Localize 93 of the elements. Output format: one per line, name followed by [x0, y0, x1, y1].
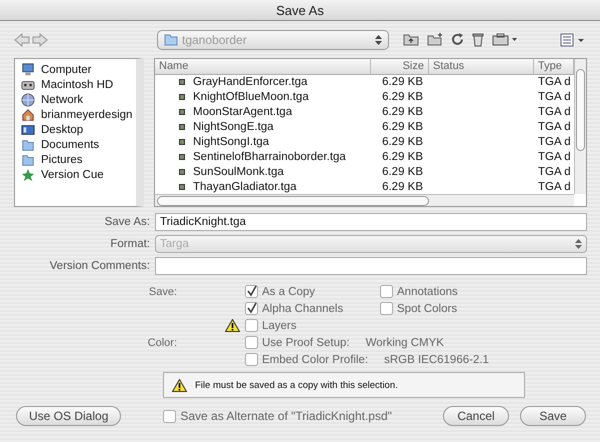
field-label: Version Comments:	[48, 260, 150, 272]
view-menu-icon[interactable]	[560, 32, 586, 46]
os-dialog-button[interactable]: Use OS Dialog	[16, 406, 122, 426]
dialog-button[interactable]: Cancel	[443, 406, 509, 426]
group-label: Save:	[148, 286, 177, 298]
file-icon	[179, 184, 185, 190]
option-label: Use Proof Setup:	[262, 336, 350, 348]
file-size: 6.29 KB	[381, 136, 424, 148]
file-icon	[179, 79, 185, 86]
folder-icon	[21, 153, 35, 167]
filename-field[interactable]: TriadicKnight.tga	[155, 213, 587, 231]
file-name[interactable]: MoonStarAgent.tga	[193, 106, 292, 118]
option-value: Working CMYK	[366, 336, 444, 348]
file-size: 6.29 KB	[381, 76, 424, 88]
file-icon	[179, 154, 185, 160]
file-icon	[179, 138, 185, 145]
checkbox[interactable]	[245, 336, 258, 349]
sidebar-item[interactable]: brianmeyerdesign	[21, 108, 136, 122]
file-icon	[179, 94, 185, 100]
file-name[interactable]: NightSongI.tga	[193, 136, 270, 148]
checkbox[interactable]	[245, 353, 258, 366]
comments-field[interactable]	[155, 257, 587, 275]
group-label: Color:	[148, 336, 177, 348]
vertical-scrollbar[interactable]	[574, 59, 586, 194]
file-name[interactable]: NightSongE.tga	[193, 120, 274, 133]
file-name[interactable]: KnightOfBlueMoon.tga	[193, 91, 309, 103]
refresh-icon[interactable]	[451, 33, 464, 46]
file-type: TGA d	[537, 180, 572, 193]
checkbox[interactable]	[380, 285, 393, 298]
folder-icon	[164, 33, 178, 46]
file-icon	[179, 108, 185, 115]
option-label: As a Copy	[262, 286, 316, 298]
window-title: Save As	[276, 2, 324, 18]
sidebar-item[interactable]: Computer	[21, 63, 136, 77]
file-icon	[179, 124, 185, 130]
sidebar-item[interactable]: Macintosh HD	[21, 78, 136, 92]
forward-icon[interactable]	[32, 32, 48, 46]
file-type: TGA d	[537, 106, 572, 118]
sidebar-item[interactable]: Desktop	[21, 123, 136, 137]
file-type: TGA d	[537, 120, 572, 133]
stepper-icon	[575, 238, 582, 250]
network-icon	[21, 93, 35, 107]
checkbox[interactable]	[245, 319, 258, 332]
checkbox[interactable]	[245, 302, 258, 315]
file-name[interactable]: SunSoulMonk.tga	[193, 166, 284, 178]
sidebar-item[interactable]: Network	[21, 93, 136, 107]
file-name[interactable]: ThayanGladiator.tga	[193, 180, 297, 193]
column-header[interactable]: Status	[429, 59, 534, 74]
checkbox[interactable]	[380, 302, 393, 315]
file-type: TGA d	[537, 91, 572, 103]
file-size: 6.29 KB	[381, 166, 424, 178]
horizontal-scrollbar[interactable]	[155, 194, 574, 206]
file-type: TGA d	[537, 76, 572, 88]
field-label: Format:	[109, 238, 150, 250]
file-size: 6.29 KB	[381, 120, 424, 133]
file-size: 6.29 KB	[381, 91, 424, 103]
file-type: TGA d	[537, 166, 572, 178]
column-header[interactable]: Name	[155, 59, 371, 74]
sidebar-item[interactable]: Documents	[21, 138, 136, 152]
parent-folder-icon[interactable]	[403, 33, 419, 46]
file-size: 6.29 KB	[381, 106, 424, 118]
column-header[interactable]: Size	[371, 59, 429, 74]
option-label: Layers	[262, 320, 297, 332]
stepper-icon	[375, 34, 382, 46]
file-type: TGA d	[537, 136, 572, 148]
trash-icon[interactable]	[472, 32, 484, 47]
dialog-button[interactable]: Save	[520, 406, 586, 426]
file-type: TGA d	[537, 150, 572, 163]
computer-icon	[21, 63, 35, 77]
new-folder-icon[interactable]	[427, 33, 443, 46]
checkbox[interactable]	[245, 285, 258, 298]
option-label: Annotations	[397, 286, 458, 298]
file-name[interactable]: SentinelofBharrainoborder.tga	[193, 150, 346, 163]
back-icon[interactable]	[14, 32, 30, 46]
sidebar-item[interactable]: Pictures	[21, 153, 136, 167]
option-label: Alpha Channels	[262, 302, 344, 314]
checkbox[interactable]	[163, 410, 176, 422]
option-label: Spot Colors	[397, 302, 458, 314]
warning-icon	[172, 378, 187, 392]
option-value: sRGB IEC61966-2.1	[384, 354, 489, 366]
message-text: File must be saved as a copy with this selection.	[195, 380, 398, 390]
file-icon	[179, 168, 185, 175]
file-name[interactable]: GrayHandEnforcer.tga	[193, 76, 308, 88]
file-size: 6.29 KB	[381, 150, 424, 163]
option-label: Save as Alternate of "TriadicKnight.psd"	[180, 409, 392, 423]
folder-icon	[21, 138, 35, 152]
home-icon	[21, 108, 35, 122]
field-label: Save As:	[104, 216, 150, 228]
sidebar-item[interactable]: Version Cue	[21, 168, 136, 182]
file-size: 6.29 KB	[381, 180, 424, 193]
briefcase-menu-icon[interactable]	[492, 33, 518, 46]
option-label: Embed Color Profile:	[262, 354, 368, 366]
desktop-icon	[21, 123, 35, 137]
